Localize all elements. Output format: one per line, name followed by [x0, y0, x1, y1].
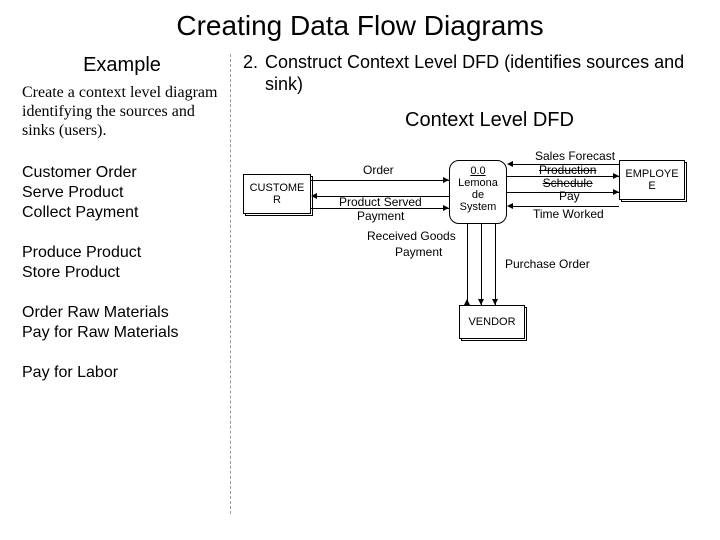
list-item: Produce Product	[22, 243, 222, 263]
entity-vendor: VENDOR	[459, 305, 525, 339]
arrow-head-icon	[507, 203, 513, 209]
activity-group-3: Order Raw Materials Pay for Raw Material…	[22, 303, 222, 343]
arrow-head-icon	[507, 161, 513, 167]
arrow-line	[495, 224, 496, 305]
list-item: Collect Payment	[22, 203, 222, 223]
flow-label-time-worked: Time Worked	[533, 208, 604, 221]
flow-label-received-goods: Received Goods	[367, 230, 456, 243]
dfd-diagram: CUSTOME R 0.0 Lemona de System EMPLOYE E…	[243, 150, 683, 410]
flow-label-pay: Pay	[559, 190, 580, 203]
activity-group-2: Produce Product Store Product	[22, 243, 222, 283]
flow-label-purchase-order: Purchase Order	[505, 258, 590, 271]
left-column: Example Create a context level diagram i…	[0, 48, 230, 514]
context-heading: Context Level DFD	[243, 109, 706, 132]
page-title: Creating Data Flow Diagrams	[0, 0, 720, 48]
list-item: Pay for Labor	[22, 363, 222, 383]
step-number: 2.	[243, 52, 265, 95]
flow-label-order: Order	[363, 164, 394, 177]
arrow-line	[467, 224, 468, 305]
arrow-head-icon	[311, 193, 317, 199]
process-name: Lemona de System	[453, 177, 503, 213]
example-heading: Example	[22, 54, 222, 77]
arrow-head-icon	[613, 189, 619, 195]
flow-label-sales-forecast: Sales Forecast	[535, 150, 615, 163]
flow-label-payment: Payment	[357, 210, 404, 223]
list-item: Pay for Raw Materials	[22, 323, 222, 343]
list-item: Serve Product	[22, 183, 222, 203]
flow-label-production-schedule: Production Schedule	[539, 164, 596, 189]
content-area: Example Create a context level diagram i…	[0, 48, 720, 514]
process-id: 0.0	[453, 165, 503, 177]
flow-label-product-served: Product Served	[339, 196, 422, 209]
right-column: 2. Construct Context Level DFD (identifi…	[239, 48, 720, 514]
step-line: 2. Construct Context Level DFD (identifi…	[243, 52, 706, 95]
arrow-head-icon	[492, 299, 498, 305]
list-item: Customer Order	[22, 163, 222, 183]
arrow-line	[311, 180, 449, 181]
step-text: Construct Context Level DFD (identifies …	[265, 52, 706, 95]
arrow-head-icon	[443, 205, 449, 211]
entity-customer: CUSTOME R	[243, 174, 311, 214]
flow-label-payment-2: Payment	[395, 246, 442, 259]
example-description: Create a context level diagram identifyi…	[22, 83, 222, 141]
list-item: Store Product	[22, 263, 222, 283]
list-item: Order Raw Materials	[22, 303, 222, 323]
column-divider	[230, 54, 231, 514]
activity-group-1: Customer Order Serve Product Collect Pay…	[22, 163, 222, 223]
arrow-head-icon	[443, 177, 449, 183]
arrow-head-icon	[464, 299, 470, 305]
process-lemonade-system: 0.0 Lemona de System	[449, 160, 507, 224]
arrow-head-icon	[478, 299, 484, 305]
arrow-head-icon	[613, 173, 619, 179]
activity-group-4: Pay for Labor	[22, 363, 222, 383]
arrow-line	[481, 224, 482, 305]
entity-employee: EMPLOYE E	[619, 160, 685, 200]
